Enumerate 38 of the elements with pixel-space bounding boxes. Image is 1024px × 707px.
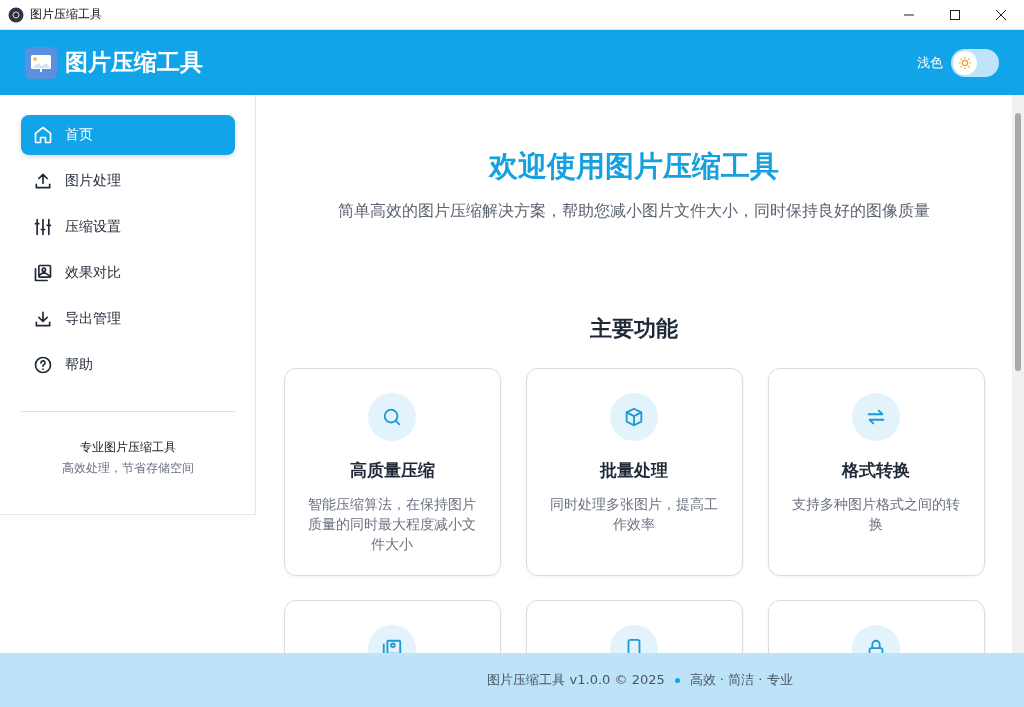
theme-label: 浅色 <box>917 53 943 72</box>
scrollbar[interactable] <box>1012 95 1024 653</box>
footer-text: 图片压缩工具 v1.0.0 © 2025 <box>487 671 665 689</box>
search-icon <box>368 393 416 441</box>
app-icon <box>8 6 24 23</box>
window-title: 图片压缩工具 <box>30 6 102 23</box>
image-icon <box>33 263 53 283</box>
feature-title: 高质量压缩 <box>349 459 435 482</box>
close-icon <box>995 8 1007 21</box>
theme-toggle[interactable] <box>951 48 999 77</box>
sun-icon <box>958 55 972 70</box>
feature-description: 同时处理多张图片，提高工作效率 <box>549 495 719 534</box>
sidebar-item[interactable]: 压缩设置 <box>21 207 235 247</box>
sidebar-item[interactable]: 效果对比 <box>21 253 235 293</box>
sidebar-item[interactable]: 导出管理 <box>21 299 235 339</box>
feature-description: 智能压缩算法，在保持图片质量的同时最大程度减小文件大小 <box>307 495 477 554</box>
download-icon <box>33 309 53 329</box>
feature-description: 支持多种图片格式之间的转换 <box>791 495 961 534</box>
footer-tagline: 高效 · 简洁 · 专业 <box>689 671 793 689</box>
picture-logo-icon <box>25 46 57 79</box>
upload-icon <box>33 171 53 191</box>
feature-title: 格式转换 <box>842 459 910 482</box>
maximize-icon <box>949 8 961 21</box>
box-icon <box>610 393 658 441</box>
welcome-title: 欢迎使用图片压缩工具 <box>489 148 779 185</box>
swap-icon <box>852 393 900 441</box>
sidebar-footer-title: 专业图片压缩工具 <box>80 439 176 456</box>
welcome-subtitle: 简单高效的图片压缩解决方案，帮助您减小图片文件大小，同时保持良好的图像质量 <box>338 201 930 222</box>
sidebar-item[interactable]: 帮助 <box>21 345 235 385</box>
app-title: 图片压缩工具 <box>65 48 203 77</box>
sidebar-item[interactable]: 图片处理 <box>21 161 235 201</box>
section-title: 主要功能 <box>590 315 678 343</box>
bullet-dot <box>674 677 680 683</box>
help-icon <box>33 355 53 375</box>
home-icon <box>33 125 53 145</box>
sidebar-footer-subtitle: 高效处理，节省存储空间 <box>62 460 194 477</box>
feature-title: 批量处理 <box>600 459 668 482</box>
sliders-icon <box>33 217 53 237</box>
